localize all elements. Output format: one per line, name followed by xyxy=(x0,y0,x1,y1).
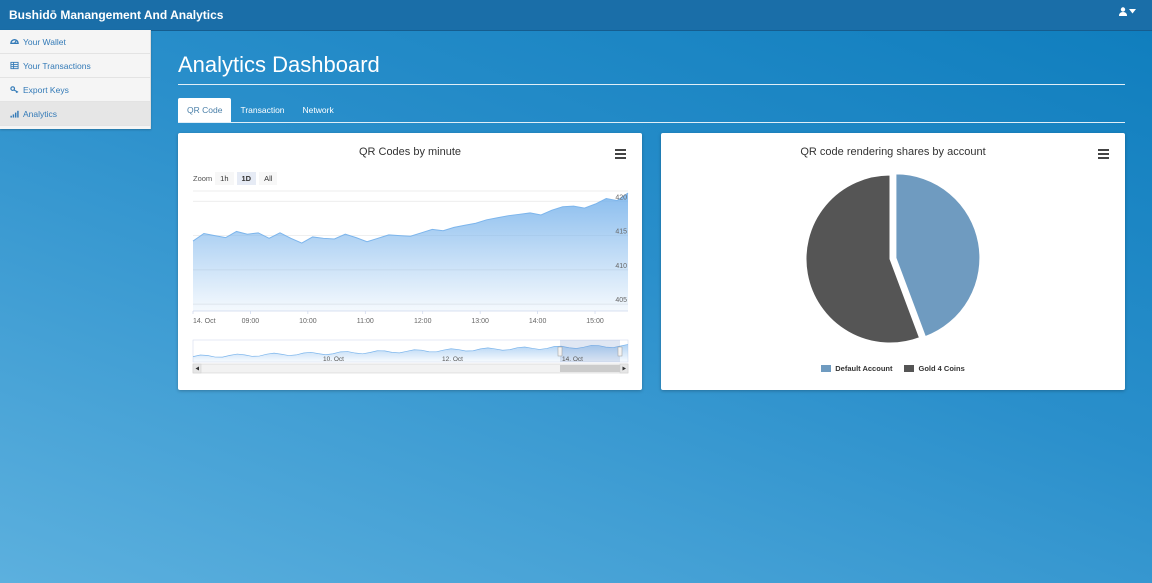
key-icon xyxy=(10,86,19,94)
pie-legend: Default Account Gold 4 Coins xyxy=(661,364,1125,373)
top-navbar: Bushidō Manangement And Analytics xyxy=(0,0,1152,31)
legend-item-gold-4-coins[interactable]: Gold 4 Coins xyxy=(904,364,965,373)
main-content: Analytics Dashboard QR Code Transaction … xyxy=(178,30,1125,123)
navigator-right-handle xyxy=(617,346,623,357)
scrollbar-thumb xyxy=(560,365,620,372)
navigator-line xyxy=(192,344,629,358)
sidebar-item-wallet[interactable]: Your Wallet xyxy=(0,30,150,54)
legend-label: Default Account xyxy=(835,364,893,373)
zoom-all-button[interactable]: All xyxy=(259,172,278,185)
navigator-label: 10. Oct xyxy=(323,356,344,363)
y-tick-label: 405 xyxy=(615,297,627,304)
legend-item-default-account[interactable]: Default Account xyxy=(821,364,892,373)
tab-qr-code[interactable]: QR Code xyxy=(178,98,232,122)
user-menu[interactable] xyxy=(1119,7,1136,16)
caret-down-icon xyxy=(1129,9,1136,14)
chart-title: QR Codes by minute xyxy=(358,146,462,158)
chart-menu-button[interactable] xyxy=(615,149,626,161)
y-tick-label: 410 xyxy=(615,263,627,270)
dashboard-icon xyxy=(10,39,19,44)
y-tick-label: 415 xyxy=(615,229,627,236)
tab-transaction[interactable]: Transaction xyxy=(231,98,293,122)
navigator-area xyxy=(193,344,628,362)
sidebar-item-transactions[interactable]: Your Transactions xyxy=(0,54,150,78)
page-title: Analytics Dashboard xyxy=(178,52,1125,85)
table-icon xyxy=(10,61,19,70)
user-icon xyxy=(1119,7,1127,16)
sidebar-item-label: Analytics xyxy=(23,108,58,119)
x-tick-label: 15:00 xyxy=(586,318,604,325)
navigator-label: 12. Oct xyxy=(442,356,463,363)
chart-scrollbar[interactable] xyxy=(192,363,629,374)
brand-title[interactable]: Bushidō Manangement And Analytics xyxy=(9,8,223,22)
scroll-right-button xyxy=(619,363,629,374)
navigator-left-handle xyxy=(557,346,563,357)
sidebar-item-export-keys[interactable]: Export Keys xyxy=(0,78,150,102)
sidebar-item-label: Your Wallet xyxy=(23,36,66,47)
x-tick-label: 09:00 xyxy=(242,318,260,325)
chart-navigator[interactable]: 10. Oct 12. Oct 14. Oct xyxy=(192,339,629,363)
y-tick-label: 420 xyxy=(615,194,627,201)
sidebar: Your Wallet Your Transactions Export Key… xyxy=(0,30,151,129)
x-tick-label: 14. Oct xyxy=(193,318,216,325)
navigator-label: 14. Oct xyxy=(562,356,583,363)
tab-bar: QR Code Transaction Network xyxy=(178,98,1125,123)
sidebar-item-label: Your Transactions xyxy=(23,60,91,71)
x-tick-label: 11:00 xyxy=(357,318,374,325)
zoom-label: Zoom xyxy=(193,174,213,183)
tab-network[interactable]: Network xyxy=(294,98,343,122)
area-fill xyxy=(193,193,628,311)
legend-swatch xyxy=(821,365,832,372)
zoom-1d-button[interactable]: 1D xyxy=(236,172,257,185)
legend-label: Gold 4 Coins xyxy=(918,364,965,373)
legend-swatch xyxy=(904,365,915,372)
sidebar-item-analytics[interactable]: Analytics xyxy=(0,102,150,126)
x-tick-label: 10:00 xyxy=(299,318,317,325)
series-line xyxy=(192,192,629,244)
scroll-left-button xyxy=(192,363,202,374)
zoom-selector: Zoom 1h 1D All xyxy=(193,172,278,185)
account-shares-pie-chart[interactable] xyxy=(661,133,1125,390)
x-tick-label: 14:00 xyxy=(529,318,547,325)
x-tick-label: 12:00 xyxy=(414,318,432,325)
account-shares-chart-card: QR code rendering shares by account Defa… xyxy=(661,133,1125,390)
zoom-1h-button[interactable]: 1h xyxy=(215,172,234,185)
signal-icon xyxy=(10,110,19,118)
qr-codes-chart-card: QR Codes by minute Zoom 1h 1D All 405 410… xyxy=(178,133,642,390)
x-tick-label: 13:00 xyxy=(471,318,489,325)
sidebar-item-label: Export Keys xyxy=(23,84,69,95)
